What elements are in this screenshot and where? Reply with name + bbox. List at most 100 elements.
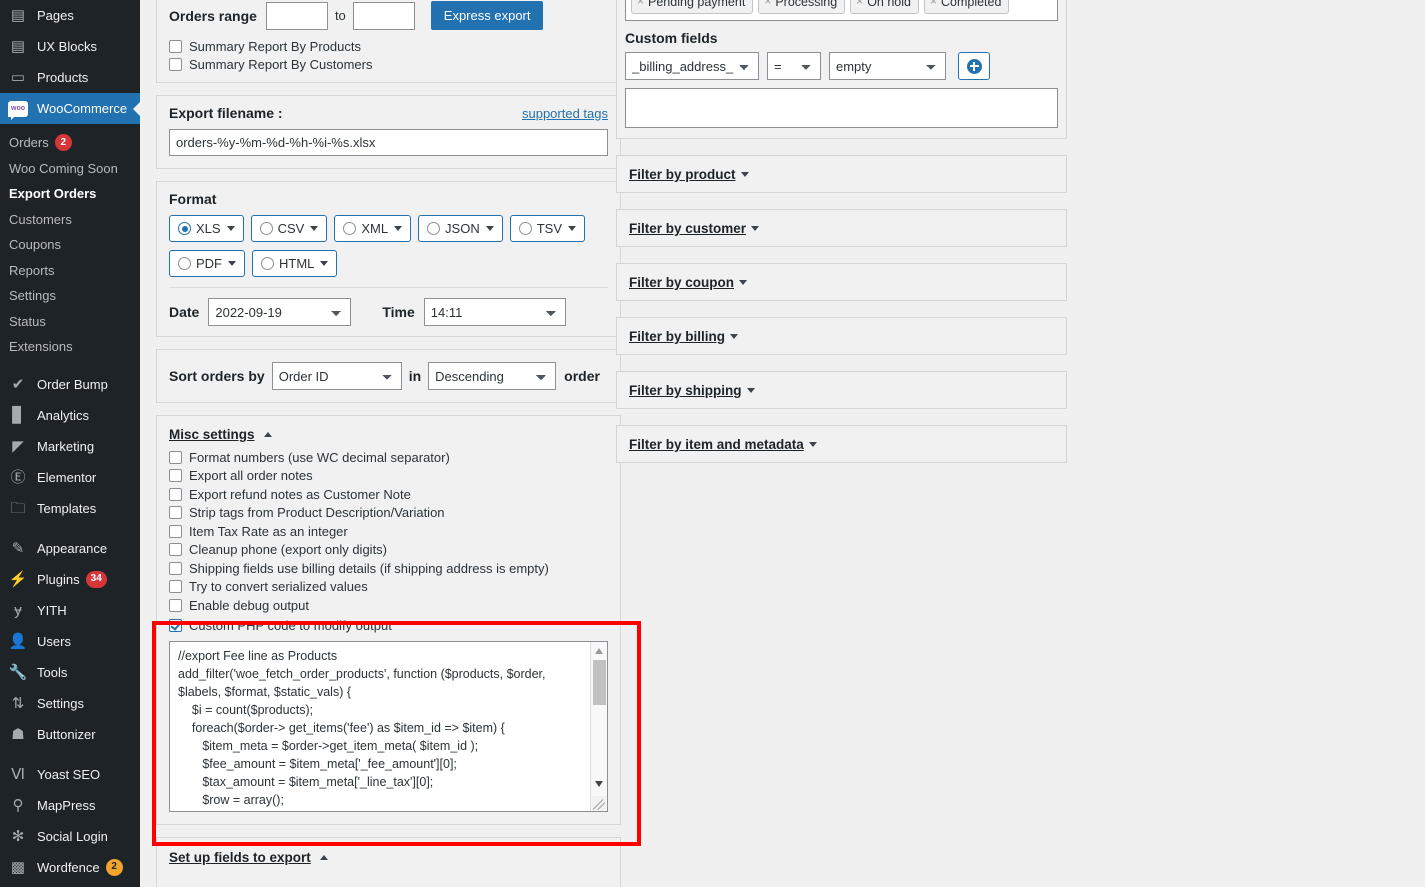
filter-by-product-panel[interactable]: Filter by product xyxy=(616,155,1067,194)
filter-by-billing-panel[interactable]: Filter by billing xyxy=(616,317,1067,356)
remove-tag-icon[interactable]: × xyxy=(856,0,863,10)
sidebar-item-ux-blocks[interactable]: ▤ UX Blocks xyxy=(0,31,140,62)
filter-by-coupon-title[interactable]: Filter by coupon xyxy=(629,275,734,290)
sidebar-item-marketing[interactable]: ◤ Marketing xyxy=(0,431,140,462)
misc-settings-header[interactable]: Misc settings xyxy=(169,426,608,444)
sidebar-item-yith[interactable]: ɏ YITH xyxy=(0,595,140,626)
custom-field-name-select[interactable]: _billing_address_1 xyxy=(625,52,759,81)
orders-range-from-input[interactable] xyxy=(265,1,328,30)
chevron-down-icon[interactable] xyxy=(226,226,235,231)
status-tag[interactable]: × Processing xyxy=(758,0,846,15)
radio-icon[interactable] xyxy=(178,222,191,235)
checkbox-icon[interactable] xyxy=(169,619,182,633)
chevron-down-icon[interactable] xyxy=(568,226,577,231)
sidebar-item-woo-coming-soon[interactable]: Woo Coming Soon xyxy=(0,156,140,182)
chevron-down-icon[interactable] xyxy=(485,226,494,231)
checkbox-icon[interactable] xyxy=(169,487,182,501)
misc-checkbox-custom-php[interactable]: Custom PHP code to modify output xyxy=(169,617,608,636)
sidebar-item-settings[interactable]: ⇅ Settings xyxy=(0,688,140,719)
checkbox-icon[interactable] xyxy=(169,506,182,520)
scrollbar-thumb[interactable] xyxy=(593,660,606,705)
add-custom-field-button[interactable] xyxy=(958,52,990,81)
remove-tag-icon[interactable]: × xyxy=(764,0,771,10)
scroll-down-arrow-icon[interactable] xyxy=(595,781,603,787)
checkbox-icon[interactable] xyxy=(169,543,182,557)
format-option-tsv[interactable]: TSV xyxy=(509,215,586,242)
filter-by-item-metadata-title[interactable]: Filter by item and metadata xyxy=(629,437,804,452)
format-option-xml[interactable]: XML xyxy=(334,215,412,242)
misc-checkbox-format-numbers[interactable]: Format numbers (use WC decimal separator… xyxy=(169,448,608,467)
sidebar-item-tools[interactable]: 🔧 Tools xyxy=(0,657,140,688)
status-tag[interactable]: × Pending payment xyxy=(631,0,754,15)
misc-checkbox-strip-tags[interactable]: Strip tags from Product Description/Vari… xyxy=(169,504,608,523)
sidebar-item-products[interactable]: ▭ Products xyxy=(0,62,140,93)
custom-field-operator-select[interactable]: = xyxy=(767,52,821,81)
summary-by-products-checkbox[interactable] xyxy=(169,39,182,53)
sidebar-item-templates[interactable]: 🗀 Templates xyxy=(0,493,140,524)
checkbox-icon[interactable] xyxy=(169,561,182,575)
sidebar-item-social-login[interactable]: ✻ Social Login xyxy=(0,821,140,852)
express-export-button[interactable]: Express export xyxy=(430,1,544,30)
chevron-up-icon[interactable] xyxy=(263,432,272,438)
format-option-pdf[interactable]: PDF xyxy=(169,250,245,277)
misc-checkbox-convert-serialized[interactable]: Try to convert serialized values xyxy=(169,578,608,597)
misc-checkbox-shipping-uses-billing[interactable]: Shipping fields use billing details (if … xyxy=(169,559,608,578)
misc-checkbox-cleanup-phone[interactable]: Cleanup phone (export only digits) xyxy=(169,541,608,560)
format-option-html[interactable]: HTML xyxy=(252,250,338,277)
format-option-json[interactable]: JSON xyxy=(418,215,503,242)
sidebar-item-orders[interactable]: Orders 2 xyxy=(0,130,140,156)
setup-fields-title[interactable]: Set up fields to export xyxy=(169,850,311,865)
sidebar-item-mappress[interactable]: ⚲ MapPress xyxy=(0,790,140,821)
chevron-down-icon[interactable] xyxy=(808,441,817,447)
filter-by-coupon-panel[interactable]: Filter by coupon xyxy=(616,263,1067,302)
filter-by-billing-title[interactable]: Filter by billing xyxy=(629,329,725,344)
radio-icon[interactable] xyxy=(259,222,273,235)
filter-by-item-metadata-panel[interactable]: Filter by item and metadata xyxy=(616,425,1067,464)
sidebar-item-order-bump[interactable]: ✔ Order Bump xyxy=(0,369,140,400)
chevron-down-icon[interactable] xyxy=(228,261,236,266)
misc-settings-title[interactable]: Misc settings xyxy=(169,427,255,442)
sidebar-item-reports[interactable]: Reports xyxy=(0,258,140,284)
chevron-down-icon[interactable] xyxy=(739,279,748,285)
filter-by-product-title[interactable]: Filter by product xyxy=(629,167,736,182)
format-option-csv[interactable]: CSV xyxy=(250,215,328,242)
sidebar-item-customers[interactable]: Customers xyxy=(0,207,140,233)
chevron-down-icon[interactable] xyxy=(730,333,739,339)
checkbox-icon[interactable] xyxy=(169,598,182,612)
resize-grip[interactable] xyxy=(592,796,606,810)
misc-checkbox-export-order-notes[interactable]: Export all order notes xyxy=(169,467,608,486)
radio-icon[interactable] xyxy=(178,257,191,270)
chevron-down-icon[interactable] xyxy=(746,387,755,393)
filter-by-customer-title[interactable]: Filter by customer xyxy=(629,221,746,236)
time-select[interactable]: 14:11 xyxy=(423,298,566,326)
chevron-down-icon[interactable] xyxy=(310,226,319,231)
chevron-up-icon[interactable] xyxy=(320,855,329,861)
status-tag[interactable]: × Completed xyxy=(923,0,1010,15)
misc-checkbox-enable-debug[interactable]: Enable debug output xyxy=(169,596,608,615)
sidebar-item-export-orders[interactable]: Export Orders xyxy=(0,181,140,207)
sidebar-item-users[interactable]: 👤 Users xyxy=(0,626,140,657)
remove-tag-icon[interactable]: × xyxy=(637,0,644,10)
radio-icon[interactable] xyxy=(427,222,441,235)
chevron-down-icon[interactable] xyxy=(320,261,329,266)
checkbox-icon[interactable] xyxy=(169,450,182,464)
php-code-textarea[interactable]: //export Fee line as Products add_filter… xyxy=(169,641,608,812)
radio-icon[interactable] xyxy=(518,222,532,235)
filter-by-shipping-title[interactable]: Filter by shipping xyxy=(629,383,742,398)
checkbox-icon[interactable] xyxy=(169,580,182,594)
filter-by-customer-panel[interactable]: Filter by customer xyxy=(616,209,1067,248)
misc-checkbox-refund-notes[interactable]: Export refund notes as Customer Note xyxy=(169,485,608,504)
scroll-up-arrow-icon[interactable] xyxy=(595,648,603,654)
sidebar-item-wp-mail-catch[interactable]: ✉ WP Mail Catch xyxy=(0,883,140,887)
code-scrollbar[interactable] xyxy=(590,642,607,811)
sidebar-item-analytics[interactable]: ▊ Analytics xyxy=(0,400,140,431)
chevron-down-icon[interactable] xyxy=(394,226,403,231)
remove-tag-icon[interactable]: × xyxy=(930,0,937,10)
sidebar-item-pages[interactable]: ▤ Pages xyxy=(0,0,140,31)
checkbox-icon[interactable] xyxy=(169,469,182,483)
checkbox-icon[interactable] xyxy=(169,524,182,538)
supported-tags-link[interactable]: supported tags xyxy=(522,106,608,121)
format-option-xls[interactable]: XLS xyxy=(169,215,244,242)
sidebar-item-elementor[interactable]: Ⓔ Elementor xyxy=(0,462,140,493)
date-select[interactable]: 2022-09-19 xyxy=(208,298,352,326)
